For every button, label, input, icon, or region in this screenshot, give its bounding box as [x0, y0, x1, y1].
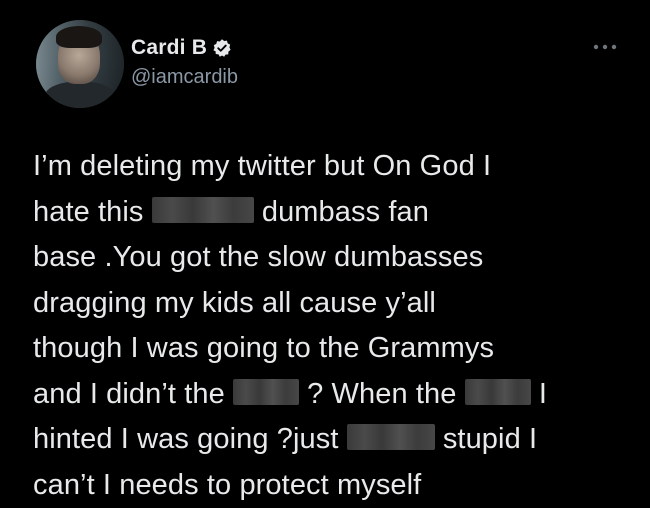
tweet-line: hinted I was going ?just stupid I [33, 417, 633, 463]
tweet-text-segment: I’m deleting my twitter but On God I [33, 150, 491, 182]
tweet-text-segment: hate this [33, 196, 152, 228]
redaction-block [347, 424, 435, 450]
tweet-text-segment: dragging my kids all cause y’all [33, 287, 436, 319]
tweet-line: base .You got the slow dumbasses [33, 235, 633, 281]
tweet-text-segment: can’t I needs to protect myself [33, 469, 421, 501]
tweet-line: and I didn’t the ? When the I [33, 372, 633, 418]
tweet-line: can’t I needs to protect myself [33, 463, 633, 508]
avatar-hair [56, 26, 102, 48]
redaction-block [465, 379, 531, 405]
tweet-text-segment: though I was going to the Grammys [33, 332, 494, 364]
verified-badge-icon [212, 38, 232, 58]
more-options-icon[interactable] [592, 40, 618, 52]
tweet-line: dragging my kids all cause y’all [33, 281, 633, 327]
author-display-name[interactable]: Cardi B [131, 36, 207, 60]
author-name-row[interactable]: Cardi B [131, 36, 232, 60]
tweet-text-segment: dumbass fan [254, 196, 429, 228]
tweet-text-segment: and I didn’t the [33, 378, 233, 410]
tweet-body: I’m deleting my twitter but On God I hate… [33, 144, 633, 508]
author-handle[interactable]: @iamcardib [131, 66, 238, 89]
tweet-line: though I was going to the Grammys [33, 326, 633, 372]
avatar[interactable] [36, 20, 124, 108]
avatar-body [44, 82, 116, 108]
tweet-text-segment: hinted I was going ?just [33, 423, 347, 455]
redaction-block [152, 197, 254, 223]
tweet-line: I’m deleting my twitter but On God I [33, 144, 633, 190]
tweet-line: hate this dumbass fan [33, 190, 633, 236]
tweet-text-segment: stupid I [435, 423, 537, 455]
tweet-text-segment: I [531, 378, 547, 410]
tweet-text-segment: ? When the [299, 378, 465, 410]
redaction-block [233, 379, 299, 405]
tweet-text-segment: base .You got the slow dumbasses [33, 241, 483, 273]
tweet-card: Cardi B @iamcardib I’m deleting my twitt… [0, 0, 650, 487]
